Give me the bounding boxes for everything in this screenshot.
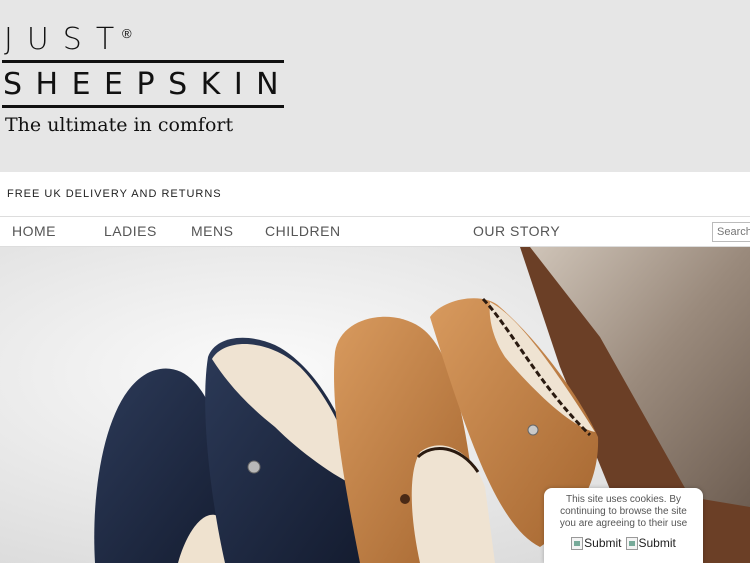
logo-word-just: JUST	[4, 22, 129, 57]
site-logo[interactable]: JUST ® SHEEPSKIN The ultimate in comfort	[0, 20, 290, 150]
broken-image-icon	[625, 536, 638, 550]
cookie-submit-button-2[interactable]: Submit	[625, 536, 676, 550]
cookie-buttons: Submit Submit	[544, 536, 703, 550]
logo-rule-top	[2, 60, 284, 63]
logo-rule-bottom	[2, 105, 284, 108]
site-header: JUST ® SHEEPSKIN The ultimate in comfort	[0, 0, 750, 172]
registered-mark: ®	[122, 26, 132, 41]
logo-word-sheepskin: SHEEPSKIN	[3, 67, 293, 102]
nav-item-our-story[interactable]: OUR STORY	[473, 223, 560, 239]
nav-item-mens[interactable]: MENS	[191, 223, 233, 239]
nav-item-home[interactable]: HOME	[12, 223, 56, 239]
promo-text: FREE UK DELIVERY AND RETURNS	[7, 188, 222, 200]
promo-bar: FREE UK DELIVERY AND RETURNS	[0, 172, 750, 217]
cookie-notice: This site uses cookies. By continuing to…	[544, 488, 703, 563]
nav-item-children[interactable]: CHILDREN	[265, 223, 341, 239]
cookie-submit-button-1[interactable]: Submit	[571, 536, 622, 550]
broken-image-icon	[571, 536, 584, 550]
cookie-submit-label-1: Submit	[584, 536, 622, 550]
main-nav: HOME LADIES MENS CHILDREN OUR STORY	[0, 217, 750, 247]
cookie-text: This site uses cookies. By continuing to…	[559, 494, 688, 529]
logo-tagline: The ultimate in comfort	[5, 114, 234, 136]
nav-item-ladies[interactable]: LADIES	[104, 223, 157, 239]
search-input[interactable]	[712, 222, 750, 242]
cookie-submit-label-2: Submit	[638, 536, 676, 550]
